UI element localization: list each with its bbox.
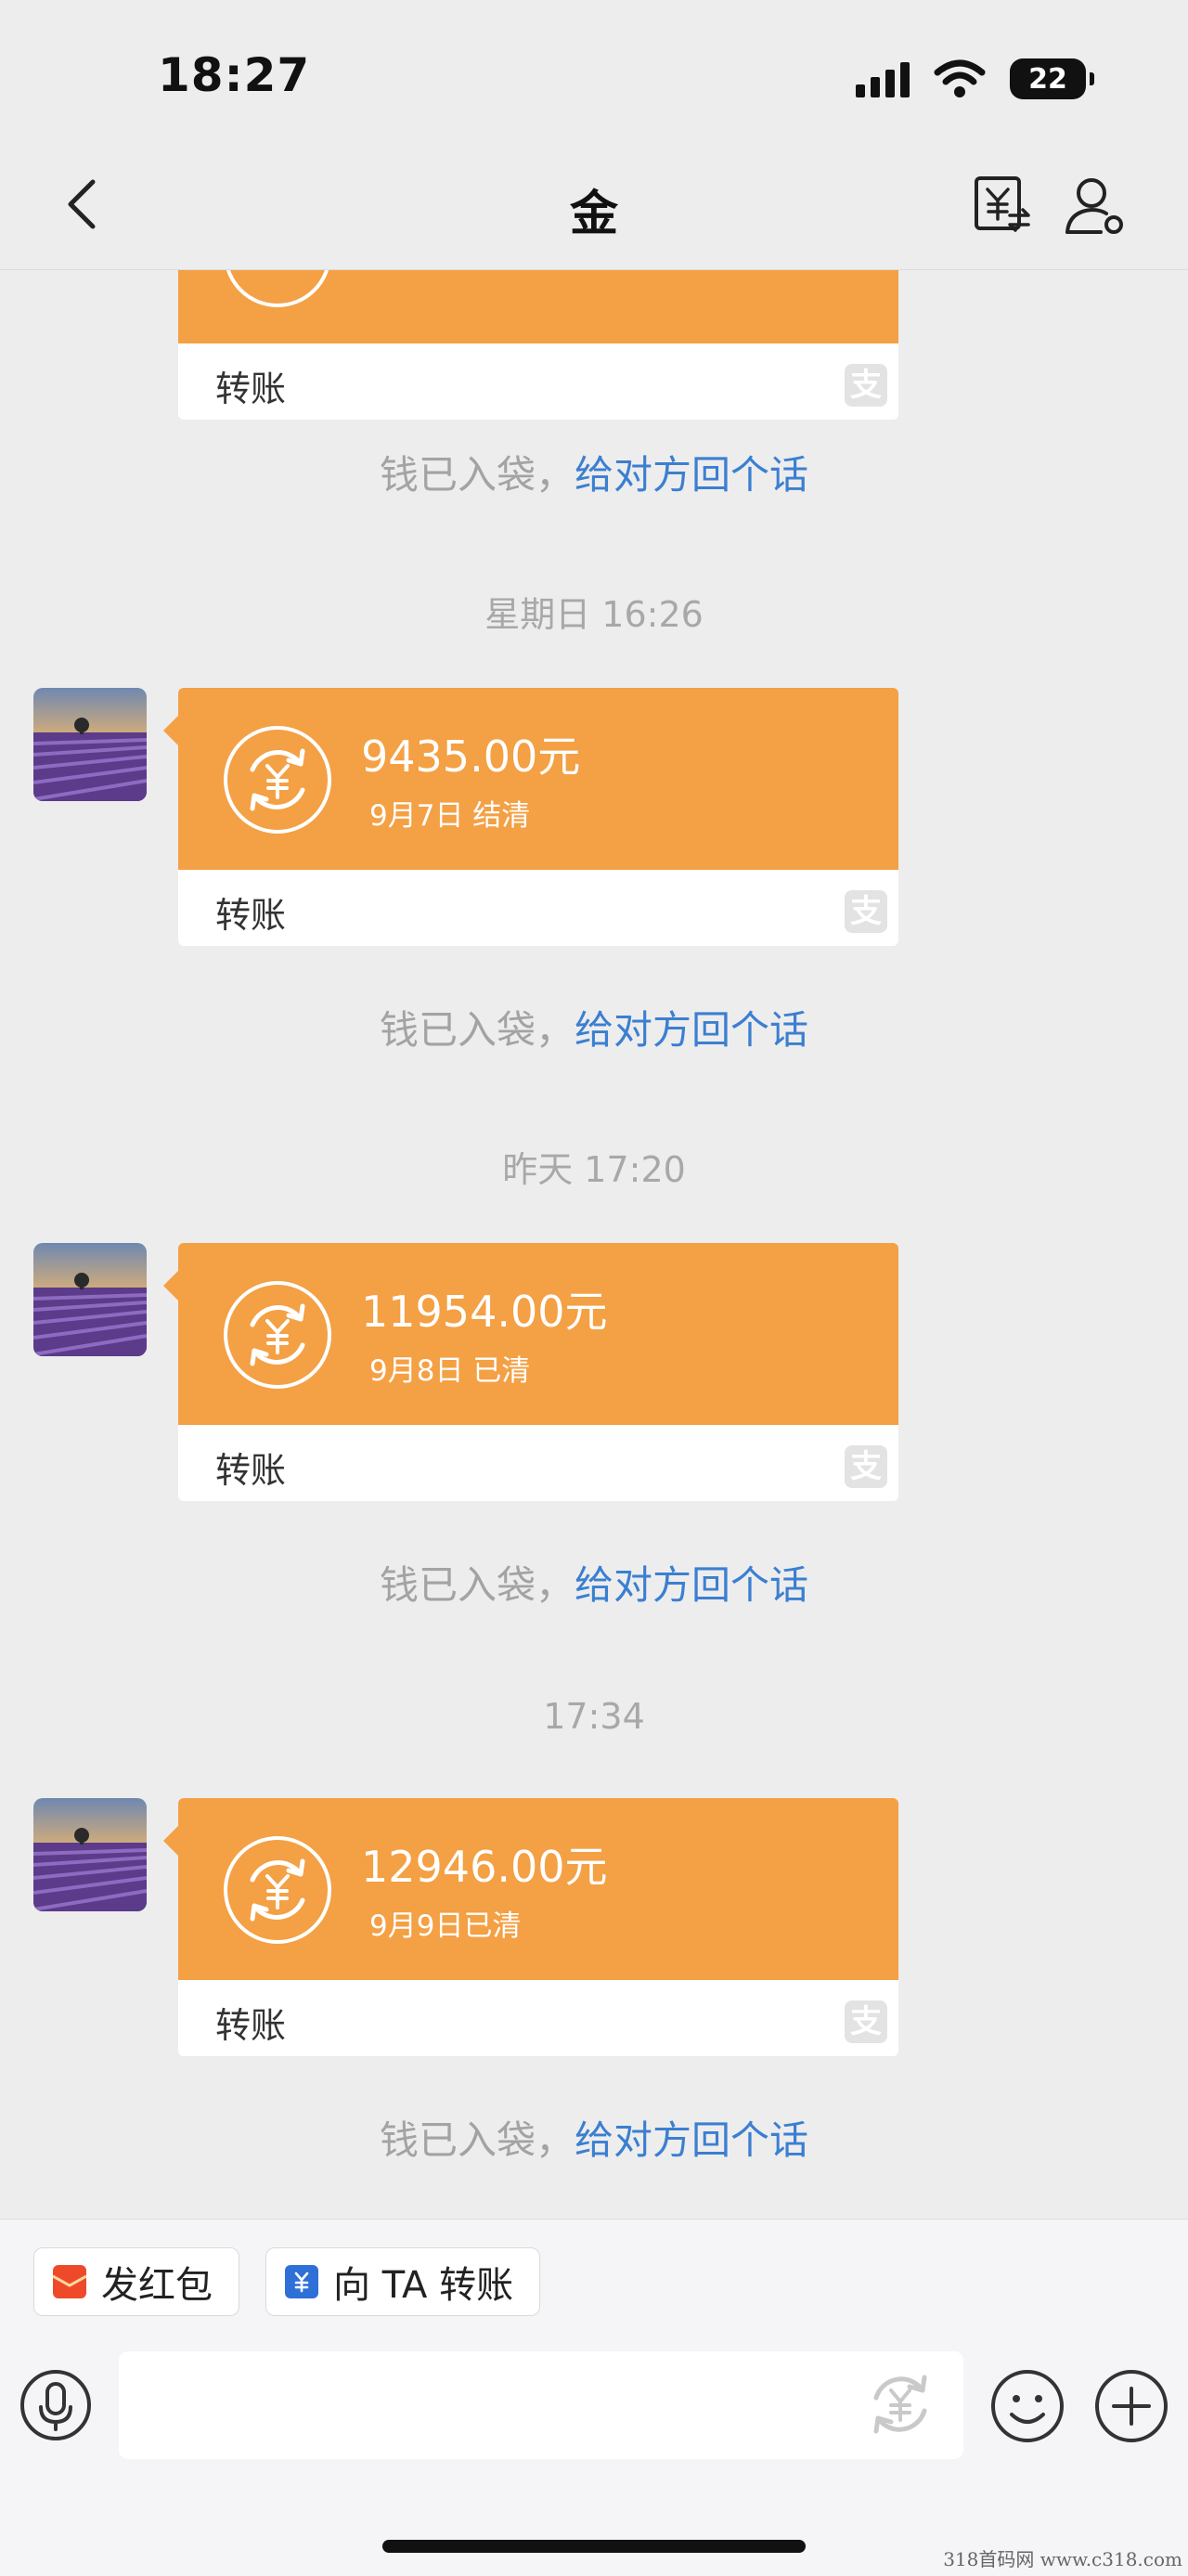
red-packet-icon xyxy=(52,2265,87,2298)
transfer-label: 转账 xyxy=(215,895,287,936)
signal-icon xyxy=(856,60,910,97)
chat-feed[interactable]: 转账 支 钱已入袋，给对方回个话 星期日 16:26 9435.00元 9月7日… xyxy=(0,270,1188,2219)
message-input[interactable] xyxy=(119,2351,963,2459)
time-separator: 17:34 xyxy=(543,1696,645,1737)
transfer-label: 转账 xyxy=(215,2005,287,2046)
status-time: 18:27 xyxy=(158,48,311,102)
avatar[interactable] xyxy=(33,1243,147,1356)
input-panel: 发红包 向 TA 转账 xyxy=(0,2219,1188,2576)
transfer-amount: 11954.00元 xyxy=(361,1287,608,1337)
transfer-message[interactable]: 9435.00元 9月7日 结清 转账 支 xyxy=(163,688,898,946)
received-hint: 钱已入袋，给对方回个话 xyxy=(379,1562,809,1608)
quick-transfer-coin-icon[interactable] xyxy=(861,2364,939,2442)
transfer-message[interactable]: 转账 支 xyxy=(178,270,898,420)
transfer-note: 9月7日 结清 xyxy=(369,799,531,833)
nav-bar: 金 xyxy=(0,139,1188,270)
transfer-label: 转账 xyxy=(215,1450,287,1491)
transfer-label: 转账 xyxy=(215,369,287,409)
transfer-yuan-icon[interactable] xyxy=(973,175,1032,236)
profile-icon[interactable] xyxy=(1064,175,1125,236)
reply-link[interactable]: 给对方回个话 xyxy=(575,1562,808,1608)
status-bar: 18:27 22 xyxy=(0,0,1188,139)
transfer-ticket-icon xyxy=(285,2265,318,2298)
home-indicator[interactable] xyxy=(382,2540,806,2553)
emoji-icon[interactable] xyxy=(989,2368,1065,2444)
transfer-note: 9月8日 已清 xyxy=(369,1354,531,1388)
transfer-message[interactable]: 11954.00元 9月8日 已清 转账 支 xyxy=(163,1243,898,1501)
transfer-to-ta-button[interactable]: 向 TA 转账 xyxy=(265,2247,541,2316)
avatar[interactable] xyxy=(33,688,147,801)
received-hint: 钱已入袋，给对方回个话 xyxy=(379,1007,809,1053)
received-hint: 钱已入袋，给对方回个话 xyxy=(379,2117,809,2163)
microphone-icon[interactable] xyxy=(19,2368,93,2442)
time-separator: 昨天 17:20 xyxy=(502,1149,686,1190)
battery-indicator: 22 xyxy=(1010,58,1094,99)
transfer-amount: 12946.00元 xyxy=(361,1842,608,1892)
alipay-icon: 支 xyxy=(845,2000,887,2043)
plus-icon[interactable] xyxy=(1093,2368,1169,2444)
alipay-icon: 支 xyxy=(845,364,887,407)
yuan-coin-icon xyxy=(226,270,329,307)
wifi-icon xyxy=(934,59,986,97)
input-row xyxy=(0,2344,1188,2465)
reply-link[interactable]: 给对方回个话 xyxy=(575,452,808,498)
alipay-icon: 支 xyxy=(845,890,887,933)
yuan-coin-icon xyxy=(224,1281,331,1389)
time-separator: 星期日 16:26 xyxy=(484,594,704,635)
yuan-coin-icon xyxy=(224,726,331,834)
transfer-message[interactable]: 12946.00元 9月9日已清 转账 支 xyxy=(163,1798,898,2056)
reply-link[interactable]: 给对方回个话 xyxy=(575,2117,808,2163)
status-icons: 22 xyxy=(856,56,1094,102)
yuan-coin-icon xyxy=(224,1836,331,1944)
reply-link[interactable]: 给对方回个话 xyxy=(575,1007,808,1053)
watermark: 318首码网 www.c318.com xyxy=(943,2548,1182,2570)
received-hint: 钱已入袋，给对方回个话 xyxy=(379,452,809,498)
transfer-amount: 9435.00元 xyxy=(361,731,581,782)
send-red-packet-button[interactable]: 发红包 xyxy=(33,2247,239,2316)
avatar[interactable] xyxy=(33,1798,147,1911)
alipay-icon: 支 xyxy=(845,1445,887,1488)
transfer-note: 9月9日已清 xyxy=(369,1909,522,1943)
